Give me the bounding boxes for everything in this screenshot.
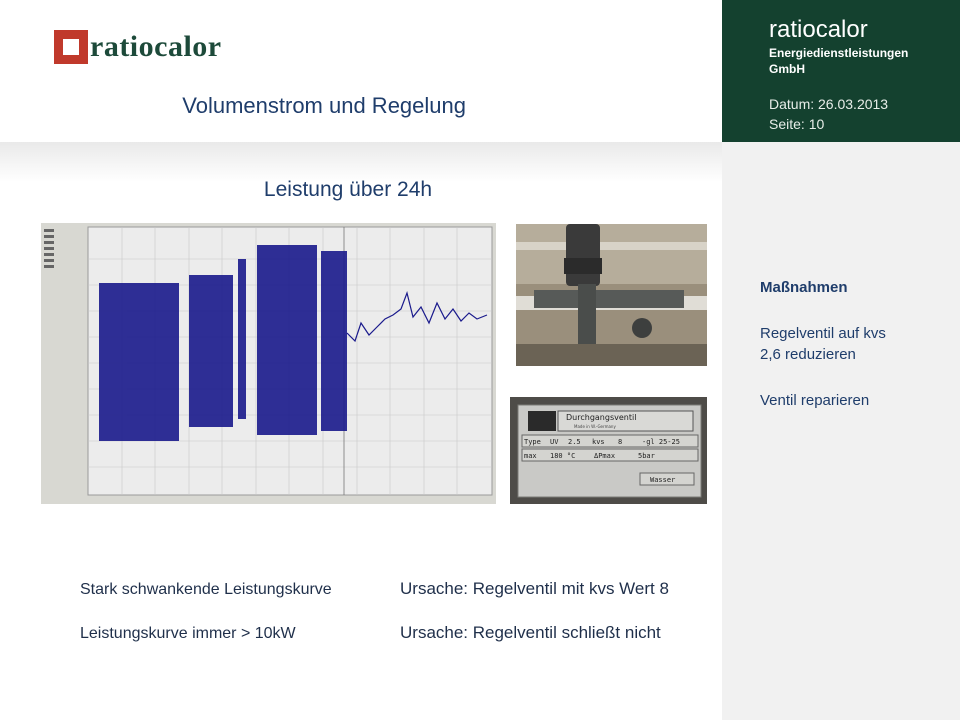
company-subtitle-line1: Energiedienstleistungen [769,46,909,60]
measure-item-kvs-line1: Regelventil auf kvs [760,325,886,342]
nameplate-type-num: 2.5 [568,438,581,446]
side-strip [722,142,960,720]
nameplate-max-value: 180 °C [550,452,575,460]
nameplate-made: Made in W.-Germany [574,424,616,429]
power-chart-image [41,223,496,504]
slide-title: Leistung über 24h [263,178,433,201]
nameplate-dp-label: ΔPmax [594,452,615,460]
nameplate-type-label: Type [524,438,541,446]
nameplate-kvs-value: 8 [618,438,622,446]
nameplate-photo: Durchgangsventil Made in W.-Germany Type… [510,397,707,504]
nameplate-title: Durchgangsventil [566,413,636,422]
nameplate-gl: -gl 25-25 [642,438,680,446]
measures-title: Maßnahmen [760,279,848,296]
header: ratiocalor Volumenstrom und Regelung [0,0,722,142]
nameplate-type-value: UV [550,438,559,446]
cause-not-closing: Ursache: Regelventil schließt nicht [400,623,661,642]
nameplate-max-label: max [524,452,537,460]
measure-item-repair: Ventil reparieren [760,392,870,409]
company-subtitle-line2: GmbH [769,62,805,76]
company-panel: ratiocalor Energiedienstleistungen GmbH … [722,0,960,142]
measure-item-kvs: Regelventil auf kvs 2,6 reduzieren [760,323,886,365]
page-number: Seite: 10 [769,116,825,132]
logo-mark-icon [54,30,88,64]
logo: ratiocalor [54,30,222,64]
valve-photo-image [516,224,707,366]
document-title: Volumenstrom und Regelung [182,93,466,118]
nameplate-dp-value: 5bar [638,452,655,460]
company-subtitle: Energiedienstleistungen GmbH [769,45,939,77]
measure-item-kvs-line2: 2,6 reduzieren [760,346,856,363]
date-label: Datum: 26.03.2013 [769,96,889,112]
valve-photo [516,224,707,366]
nameplate-kvs-label: kvs [592,438,605,446]
nameplate-medium: Wasser [650,476,675,484]
logo-text: ratiocalor [90,30,222,63]
observation-min-power: Leistungskurve immer > 10kW [80,625,296,642]
cause-kvs: Ursache: Regelventil mit kvs Wert 8 [400,579,669,598]
observation-fluctuating: Stark schwankende Leistungskurve [80,581,332,598]
power-chart-screenshot [41,223,496,504]
company-name: ratiocalor [769,16,868,43]
header-shadow [0,142,722,182]
nameplate-photo-image: Durchgangsventil Made in W.-Germany Type… [510,397,707,504]
